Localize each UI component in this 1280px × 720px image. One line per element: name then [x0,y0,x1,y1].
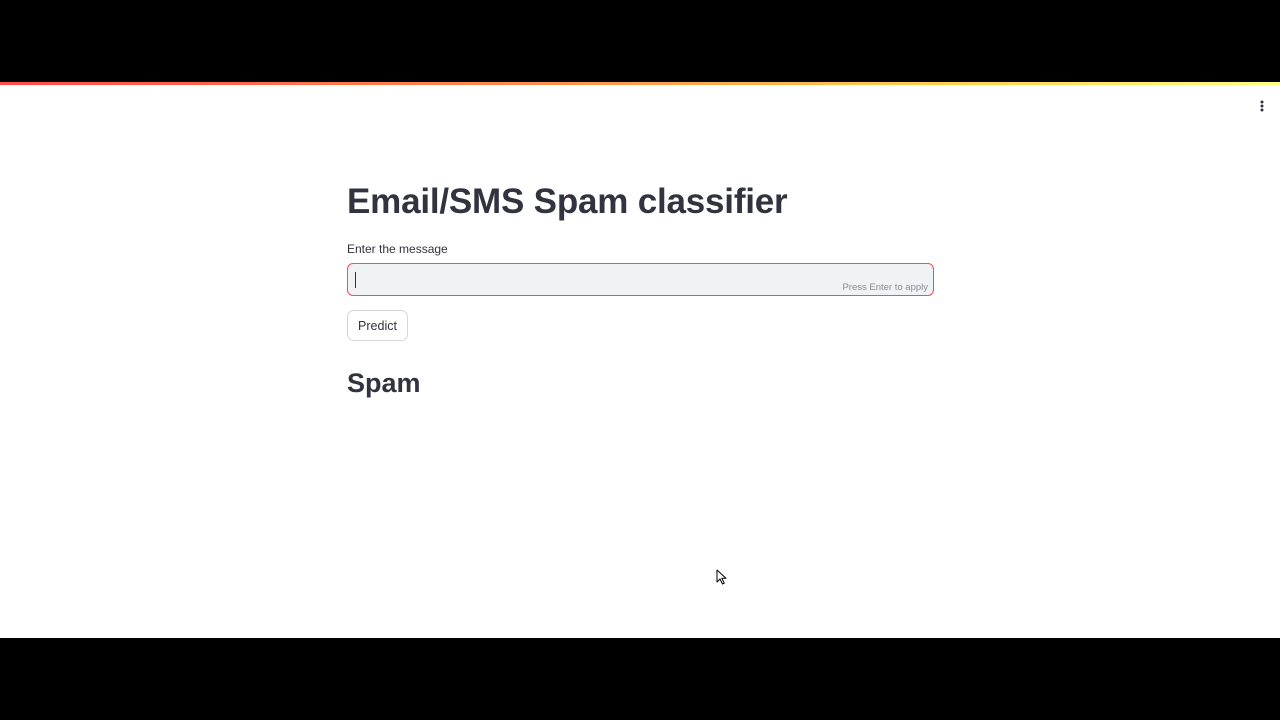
message-input-container[interactable]: Press Enter to apply [347,263,934,296]
vertical-ellipsis-icon [1260,100,1264,112]
page-title: Email/SMS Spam classifier [347,182,788,221]
predict-button[interactable]: Predict [347,310,408,341]
mouse-pointer-icon [716,569,727,585]
app-frame: Email/SMS Spam classifier Enter the mess… [0,82,1280,638]
main-menu-button[interactable] [1252,96,1272,116]
input-instructions: Press Enter to apply [842,282,928,293]
message-input-label: Enter the message [347,242,448,256]
prediction-result: Spam [347,368,421,398]
header-decoration-bar [0,82,1280,85]
text-caret [355,272,356,288]
